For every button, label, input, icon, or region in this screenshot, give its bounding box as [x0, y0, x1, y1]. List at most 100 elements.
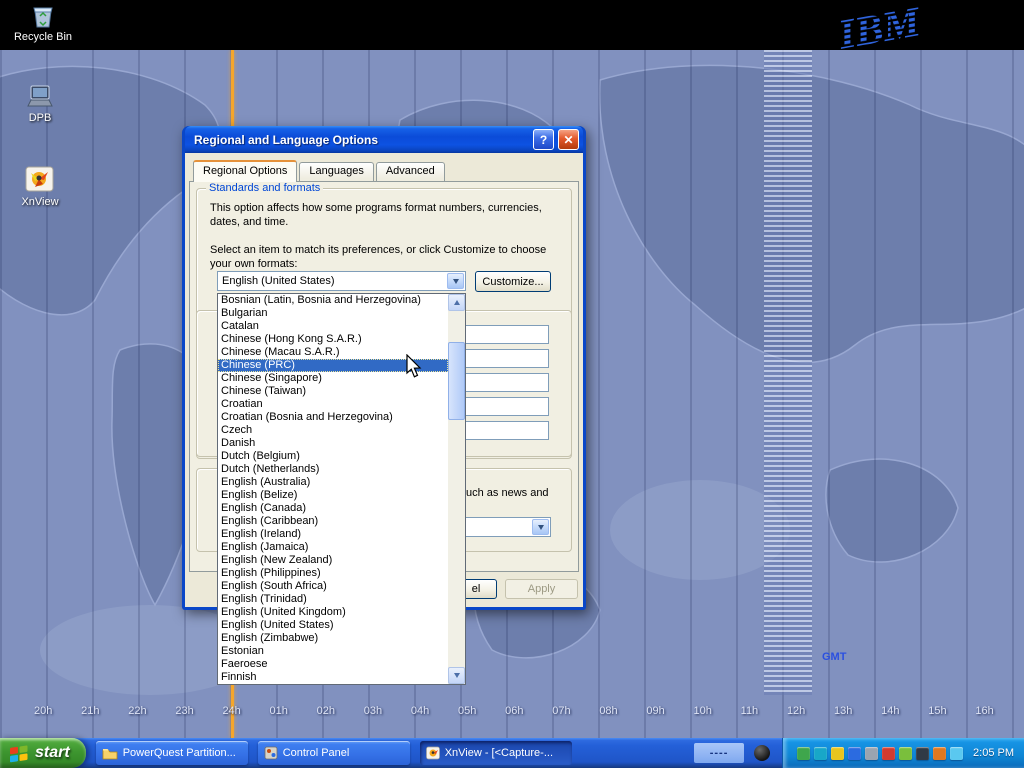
language-option[interactable]: English (New Zealand) [218, 554, 448, 567]
taskbar-program-icon[interactable] [754, 745, 770, 761]
format-combobox[interactable]: English (United States) [217, 271, 466, 291]
language-option[interactable]: English (Trinidad) [218, 593, 448, 606]
language-option[interactable]: Czech [218, 424, 448, 437]
timezone-label: 23h [175, 705, 193, 717]
timezone-label: 04h [411, 705, 429, 717]
desktop-icon-xnview[interactable]: XnView [7, 164, 73, 208]
ibm-logo-text: IBM [834, 0, 925, 50]
language-dropdown-list: Bosnian (Latin, Bosnia and Herzegovina)B… [217, 293, 466, 685]
language-option[interactable]: English (United Kingdom) [218, 606, 448, 619]
taskbar-task-control-panel[interactable]: Control Panel [258, 741, 410, 765]
timezone-label: 10h [694, 705, 712, 717]
timezone-label: 24h [222, 705, 240, 717]
laptop-icon [24, 84, 56, 110]
language-option[interactable]: Croatian (Bosnia and Herzegovina) [218, 411, 448, 424]
standards-instruction: Select an item to match its preferences,… [210, 243, 555, 271]
language-option[interactable]: Chinese (Hong Kong S.A.R.) [218, 333, 448, 346]
tab-advanced[interactable]: Advanced [376, 162, 445, 181]
timezone-label: 13h [834, 705, 852, 717]
language-option[interactable]: English (United States) [218, 619, 448, 632]
language-option[interactable]: English (Canada) [218, 502, 448, 515]
timezone-label: 22h [128, 705, 146, 717]
combo-dropdown-button[interactable] [447, 273, 464, 289]
language-option[interactable]: English (Ireland) [218, 528, 448, 541]
list-scrollbar[interactable] [448, 294, 465, 684]
language-option[interactable]: Dutch (Belgium) [218, 450, 448, 463]
taskbar-task-powerquest[interactable]: PowerQuest Partition... [96, 741, 248, 765]
tray-icon-10[interactable] [950, 747, 963, 760]
timezone-label: 06h [505, 705, 523, 717]
apply-button[interactable]: Apply [505, 579, 578, 599]
timezone-label: 21h [81, 705, 99, 717]
scroll-up-button[interactable] [448, 294, 465, 311]
scroll-down-button[interactable] [448, 667, 465, 684]
customize-button[interactable]: Customize... [475, 271, 551, 292]
language-option[interactable]: Chinese (Taiwan) [218, 385, 448, 398]
language-option[interactable]: Danish [218, 437, 448, 450]
language-option[interactable]: English (South Africa) [218, 580, 448, 593]
combo-dropdown-button[interactable] [532, 519, 549, 535]
language-option[interactable]: Bosnian (Latin, Bosnia and Herzegovina) [218, 294, 448, 307]
timezone-label: 03h [364, 705, 382, 717]
help-button[interactable]: ? [533, 129, 554, 150]
language-option[interactable]: Estonian [218, 645, 448, 658]
tray-icon-2[interactable] [814, 747, 827, 760]
tray-icon-6[interactable] [882, 747, 895, 760]
tray-icon-9[interactable] [933, 747, 946, 760]
tray-icon-5[interactable] [865, 747, 878, 760]
desktop-icon-recycle-bin[interactable]: Recycle Bin [10, 3, 76, 43]
taskbar-task-xnview[interactable]: XnView - [<Capture-... [420, 741, 572, 765]
language-option[interactable]: Finnish [218, 671, 448, 684]
tray-icon-8[interactable] [916, 747, 929, 760]
location-text-fragment: uch as news and [466, 486, 549, 500]
arrow-up-icon [454, 300, 460, 305]
language-option[interactable]: Dutch (Netherlands) [218, 463, 448, 476]
language-option[interactable]: Catalan [218, 320, 448, 333]
tray-icon-7[interactable] [899, 747, 912, 760]
top-banner: Recycle Bin IBM [0, 0, 1024, 50]
tray-icon-3[interactable] [831, 747, 844, 760]
xnview-icon [426, 746, 440, 760]
tab-languages[interactable]: Languages [299, 162, 373, 181]
mouse-cursor [406, 354, 424, 380]
desktop-icon-dpb[interactable]: DPB [7, 84, 73, 124]
desktop-icon-label: DPB [29, 112, 52, 124]
taskbar-toolbar-fragment[interactable]: ---- [694, 743, 744, 763]
timezone-label: 01h [270, 705, 288, 717]
timezone-label: 02h [317, 705, 335, 717]
taskbar: start PowerQuest Partition... Control Pa… [0, 738, 1024, 768]
control-panel-icon [264, 746, 278, 760]
standards-group-title: Standards and formats [206, 182, 323, 194]
language-option[interactable]: Croatian [218, 398, 448, 411]
tab-regional-options[interactable]: Regional Options [193, 160, 297, 182]
task-label: Control Panel [283, 747, 404, 759]
language-option[interactable]: Faeroese [218, 658, 448, 671]
dateline-hatch-band [764, 50, 812, 695]
windows-flag-icon [9, 743, 29, 763]
standards-description: This option affects how some programs fo… [210, 201, 555, 229]
language-option[interactable]: English (Caribbean) [218, 515, 448, 528]
language-option[interactable]: English (Philippines) [218, 567, 448, 580]
task-label: XnView - [<Capture-... [445, 747, 566, 759]
dialog-titlebar[interactable]: Regional and Language Options ? ✕ [185, 126, 583, 153]
chevron-down-icon [538, 525, 544, 530]
language-option[interactable]: English (Belize) [218, 489, 448, 502]
folder-icon [102, 747, 118, 760]
xnview-icon [25, 164, 55, 194]
timezone-label: 08h [599, 705, 617, 717]
scroll-thumb[interactable] [448, 342, 465, 420]
timezone-label: 07h [552, 705, 570, 717]
recycle-bin-label: Recycle Bin [14, 31, 72, 43]
tray-icon-1[interactable] [797, 747, 810, 760]
system-tray: 2:05 PM [782, 738, 1024, 768]
language-option[interactable]: English (Jamaica) [218, 541, 448, 554]
close-button[interactable]: ✕ [558, 129, 579, 150]
timezone-label: 05h [458, 705, 476, 717]
timezone-label: 11h [741, 705, 759, 717]
language-option[interactable]: English (Australia) [218, 476, 448, 489]
tray-icon-4[interactable] [848, 747, 861, 760]
language-option[interactable]: Bulgarian [218, 307, 448, 320]
start-button[interactable]: start [0, 738, 86, 768]
timezone-label: 16h [975, 705, 993, 717]
language-option[interactable]: English (Zimbabwe) [218, 632, 448, 645]
